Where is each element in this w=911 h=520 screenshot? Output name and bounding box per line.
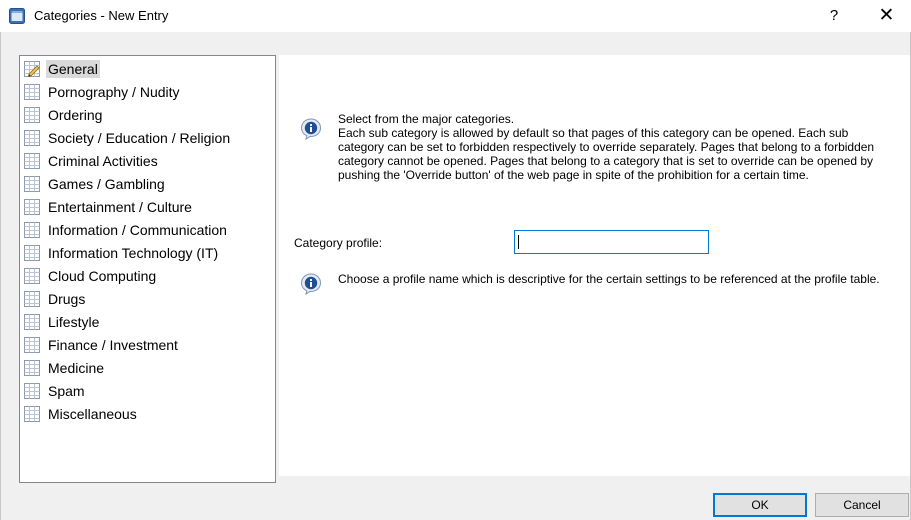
table-icon: [24, 314, 40, 330]
tree-item-information-technology[interactable]: Information Technology (IT): [24, 242, 220, 264]
ok-button[interactable]: OK: [713, 493, 807, 517]
tree-item-spam[interactable]: Spam: [24, 380, 87, 402]
tree-item-label: Information Technology (IT): [48, 245, 219, 261]
category-info-text: Select from the major categories. Each s…: [338, 112, 880, 182]
tree-item-criminal-activities[interactable]: Criminal Activities: [24, 150, 160, 172]
text-caret: [518, 235, 519, 249]
tree-item-general[interactable]: General: [24, 58, 100, 80]
table-icon: [24, 153, 40, 169]
tree-item-drugs[interactable]: Drugs: [24, 288, 87, 310]
info-icon: [300, 273, 322, 296]
tree-item-cloud-computing[interactable]: Cloud Computing: [24, 265, 158, 287]
tree-item-information-communication[interactable]: Information / Communication: [24, 219, 229, 241]
tree-item-finance-investment[interactable]: Finance / Investment: [24, 334, 180, 356]
profile-info-text: Choose a profile name which is descripti…: [338, 272, 880, 286]
category-tree[interactable]: General Pornography / Nudity Ordering So…: [19, 55, 276, 483]
tree-item-label: Drugs: [48, 291, 86, 307]
table-icon: [24, 406, 40, 422]
tree-item-label: Spam: [48, 383, 85, 399]
table-icon: [24, 222, 40, 238]
table-icon: [24, 176, 40, 192]
title-bar: Categories - New Entry ? ✕: [0, 0, 911, 32]
table-icon: [24, 130, 40, 146]
tree-item-entertainment-culture[interactable]: Entertainment / Culture: [24, 196, 194, 218]
tree-item-label: Cloud Computing: [48, 268, 157, 284]
tree-item-miscellaneous[interactable]: Miscellaneous: [24, 403, 139, 425]
window-border-left: [0, 32, 1, 520]
info-icon: [300, 118, 322, 141]
category-profile-input[interactable]: [514, 230, 709, 254]
tree-item-label: General: [46, 60, 100, 78]
edit-table-icon: [24, 61, 40, 77]
table-icon: [24, 84, 40, 100]
table-icon: [24, 383, 40, 399]
tree-item-label: Entertainment / Culture: [48, 199, 192, 215]
category-profile-label: Category profile:: [294, 236, 383, 250]
tree-item-label: Medicine: [48, 360, 105, 376]
table-icon: [24, 291, 40, 307]
info-line-detail: Each sub category is allowed by default …: [338, 126, 875, 182]
tree-item-label: Lifestyle: [48, 314, 100, 330]
tree-item-ordering[interactable]: Ordering: [24, 104, 104, 126]
table-icon: [24, 268, 40, 284]
tree-item-label: Society / Education / Religion: [48, 130, 231, 146]
table-icon: [24, 337, 40, 353]
tree-item-label: Miscellaneous: [48, 406, 137, 422]
table-icon: [24, 360, 40, 376]
tree-item-medicine[interactable]: Medicine: [24, 357, 106, 379]
tree-item-label: Criminal Activities: [48, 153, 158, 169]
tree-item-lifestyle[interactable]: Lifestyle: [24, 311, 101, 333]
tree-item-label: Pornography / Nudity: [48, 84, 180, 100]
tree-item-label: Games / Gambling: [48, 176, 165, 192]
close-button[interactable]: ✕: [862, 0, 911, 32]
top-separator: [293, 87, 895, 88]
cancel-button[interactable]: Cancel: [815, 493, 909, 517]
tree-item-label: Ordering: [48, 107, 103, 123]
table-icon: [24, 107, 40, 123]
window-title: Categories - New Entry: [34, 8, 169, 23]
tree-item-label: Information / Communication: [48, 222, 227, 238]
tree-item-games-gambling[interactable]: Games / Gambling: [24, 173, 167, 195]
tree-item-label: Finance / Investment: [48, 337, 178, 353]
app-window-icon: [9, 8, 25, 24]
info-line-intro: Select from the major categories.: [338, 112, 515, 126]
table-icon: [24, 199, 40, 215]
tree-item-society-education-religion[interactable]: Society / Education / Religion: [24, 127, 232, 149]
tree-item-pornography-nudity[interactable]: Pornography / Nudity: [24, 81, 182, 103]
table-icon: [24, 245, 40, 261]
bottom-separator: [293, 323, 895, 324]
help-button[interactable]: ?: [811, 0, 857, 32]
